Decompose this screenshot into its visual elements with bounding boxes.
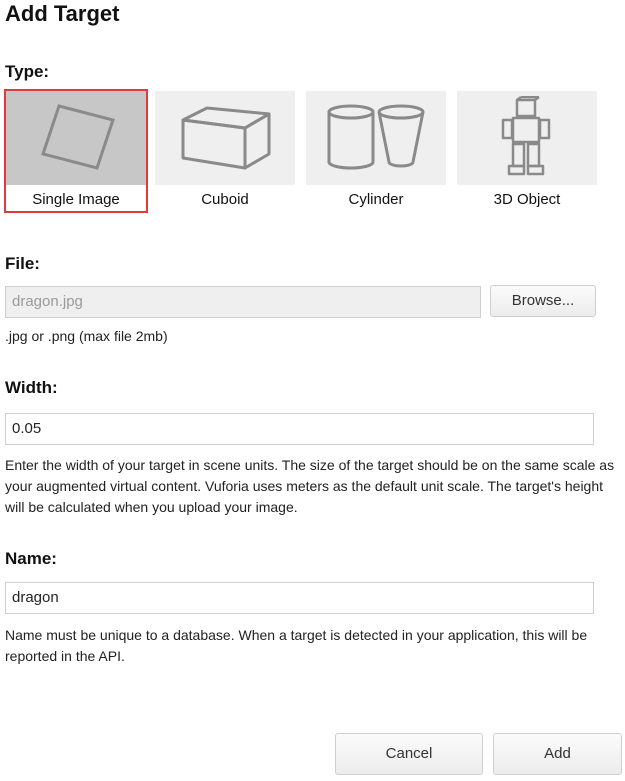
- type-option-label: Cylinder: [348, 191, 404, 208]
- type-option-cuboid[interactable]: Cuboid: [155, 91, 295, 211]
- cancel-button[interactable]: Cancel: [335, 733, 483, 775]
- cuboid-icon: [155, 91, 295, 185]
- width-input[interactable]: 0.05: [5, 413, 594, 445]
- name-label: Name:: [5, 549, 57, 568]
- name-help-text: Name must be unique to a database. When …: [5, 627, 588, 664]
- type-option-label: Single Image: [32, 191, 120, 208]
- type-label: Type:: [5, 62, 50, 81]
- file-help-text: .jpg or .png (max file 2mb): [5, 328, 168, 344]
- single-image-icon: [6, 91, 146, 185]
- type-option-cylinder[interactable]: Cylinder: [306, 91, 446, 211]
- add-button[interactable]: Add: [493, 733, 622, 775]
- cylinder-icon: [306, 91, 446, 185]
- page-title: Add Target: [5, 1, 120, 26]
- name-input[interactable]: dragon: [5, 582, 594, 614]
- file-label: File:: [5, 254, 40, 273]
- 3d-object-icon: [457, 91, 597, 185]
- type-option-single-image[interactable]: Single Image: [4, 89, 148, 213]
- type-option-label: 3D Object: [493, 191, 561, 208]
- type-option-label: Cuboid: [201, 191, 249, 208]
- width-label: Width:: [5, 378, 58, 397]
- width-help-text: Enter the width of your target in scene …: [5, 457, 615, 515]
- browse-button[interactable]: Browse...: [490, 285, 596, 317]
- type-option-3d-object[interactable]: 3D Object: [457, 91, 597, 211]
- file-path-field[interactable]: dragon.jpg: [5, 286, 481, 318]
